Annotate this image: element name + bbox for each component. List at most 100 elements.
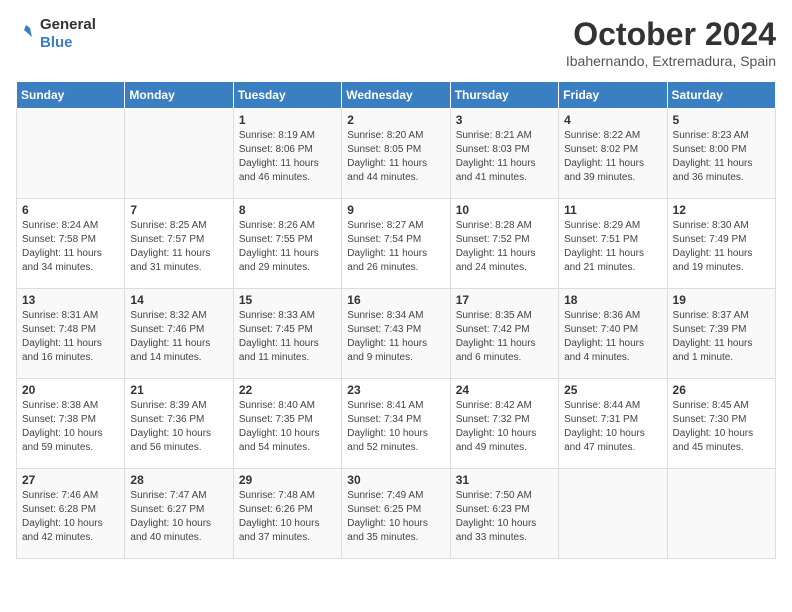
day-info: Sunrise: 8:21 AM Sunset: 8:03 PM Dayligh… — [456, 129, 553, 185]
day-number: 14 — [130, 293, 227, 307]
day-info: Sunrise: 8:38 AM Sunset: 7:38 PM Dayligh… — [22, 399, 119, 455]
day-info: Sunrise: 8:27 AM Sunset: 7:54 PM Dayligh… — [347, 219, 444, 275]
calendar-cell: 22Sunrise: 8:40 AM Sunset: 7:35 PM Dayli… — [233, 379, 341, 469]
day-info: Sunrise: 8:34 AM Sunset: 7:43 PM Dayligh… — [347, 309, 444, 365]
logo-bird-icon — [16, 23, 38, 45]
day-info: Sunrise: 8:32 AM Sunset: 7:46 PM Dayligh… — [130, 309, 227, 365]
calendar-cell: 6 Sunrise: 8:24 AM Sunset: 7:58 PM Daylig… — [17, 199, 125, 289]
day-number: 25 — [564, 383, 661, 397]
column-header-saturday: Saturday — [667, 82, 775, 109]
day-info: Sunrise: 7:47 AM Sunset: 6:27 PM Dayligh… — [130, 489, 227, 545]
day-info: Sunrise: 7:46 AM Sunset: 6:28 PM Dayligh… — [22, 489, 119, 545]
calendar-cell: 10Sunrise: 8:28 AM Sunset: 7:52 PM Dayli… — [450, 199, 558, 289]
day-number: 7 — [130, 203, 227, 217]
title-area: October 2024 Ibahernando, Extremadura, S… — [566, 16, 776, 69]
calendar-cell: 9 Sunrise: 8:27 AM Sunset: 7:54 PM Daylig… — [342, 199, 450, 289]
day-number: 22 — [239, 383, 336, 397]
calendar-cell: 5 Sunrise: 8:23 AM Sunset: 8:00 PM Daylig… — [667, 109, 775, 199]
day-info: Sunrise: 8:29 AM Sunset: 7:51 PM Dayligh… — [564, 219, 661, 275]
calendar-cell: 13 Sunrise: 8:31 AM Sunset: 7:48 PM Dayli… — [17, 289, 125, 379]
calendar-cell — [667, 469, 775, 559]
day-info: Sunrise: 8:44 AM Sunset: 7:31 PM Dayligh… — [564, 399, 661, 455]
calendar-week-1: 1 Sunrise: 8:19 AM Sunset: 8:06 PM Daylig… — [17, 109, 776, 199]
day-number: 27 — [22, 473, 119, 487]
day-number: 10 — [456, 203, 553, 217]
calendar-cell: 20 Sunrise: 8:38 AM Sunset: 7:38 PM Dayli… — [17, 379, 125, 469]
calendar-week-2: 6 Sunrise: 8:24 AM Sunset: 7:58 PM Daylig… — [17, 199, 776, 289]
calendar-cell: 16Sunrise: 8:34 AM Sunset: 7:43 PM Dayli… — [342, 289, 450, 379]
calendar-table: SundayMondayTuesdayWednesdayThursdayFrid… — [16, 81, 776, 559]
column-header-monday: Monday — [125, 82, 233, 109]
day-info: Sunrise: 8:20 AM Sunset: 8:05 PM Dayligh… — [347, 129, 444, 185]
day-number: 5 — [673, 113, 770, 127]
day-number: 24 — [456, 383, 553, 397]
day-number: 3 — [456, 113, 553, 127]
day-info: Sunrise: 8:45 AM Sunset: 7:30 PM Dayligh… — [673, 399, 770, 455]
day-info: Sunrise: 8:41 AM Sunset: 7:34 PM Dayligh… — [347, 399, 444, 455]
calendar-cell: 25 Sunrise: 8:44 AM Sunset: 7:31 PM Dayli… — [559, 379, 667, 469]
calendar-cell: 12 Sunrise: 8:30 AM Sunset: 7:49 PM Dayli… — [667, 199, 775, 289]
day-number: 29 — [239, 473, 336, 487]
calendar-cell: 19Sunrise: 8:37 AM Sunset: 7:39 PM Dayli… — [667, 289, 775, 379]
day-info: Sunrise: 8:42 AM Sunset: 7:32 PM Dayligh… — [456, 399, 553, 455]
calendar-cell: 3 Sunrise: 8:21 AM Sunset: 8:03 PM Daylig… — [450, 109, 558, 199]
day-number: 6 — [22, 203, 119, 217]
calendar-cell: 4Sunrise: 8:22 AM Sunset: 8:02 PM Daylig… — [559, 109, 667, 199]
calendar-cell: 11 Sunrise: 8:29 AM Sunset: 7:51 PM Dayli… — [559, 199, 667, 289]
day-number: 31 — [456, 473, 553, 487]
day-number: 12 — [673, 203, 770, 217]
day-number: 1 — [239, 113, 336, 127]
column-header-sunday: Sunday — [17, 82, 125, 109]
day-number: 17 — [456, 293, 553, 307]
day-number: 30 — [347, 473, 444, 487]
calendar-week-3: 13 Sunrise: 8:31 AM Sunset: 7:48 PM Dayli… — [17, 289, 776, 379]
calendar-cell — [17, 109, 125, 199]
calendar-cell: 1 Sunrise: 8:19 AM Sunset: 8:06 PM Daylig… — [233, 109, 341, 199]
calendar-cell: 7Sunrise: 8:25 AM Sunset: 7:57 PM Daylig… — [125, 199, 233, 289]
calendar-cell: 23 Sunrise: 8:41 AM Sunset: 7:34 PM Dayli… — [342, 379, 450, 469]
logo-text-blue: Blue — [40, 34, 73, 51]
calendar-week-4: 20 Sunrise: 8:38 AM Sunset: 7:38 PM Dayli… — [17, 379, 776, 469]
day-number: 18 — [564, 293, 661, 307]
calendar-cell — [559, 469, 667, 559]
day-info: Sunrise: 7:49 AM Sunset: 6:25 PM Dayligh… — [347, 489, 444, 545]
calendar-cell: 29 Sunrise: 7:48 AM Sunset: 6:26 PM Dayli… — [233, 469, 341, 559]
day-number: 20 — [22, 383, 119, 397]
calendar-cell: 18 Sunrise: 8:36 AM Sunset: 7:40 PM Dayli… — [559, 289, 667, 379]
day-info: Sunrise: 7:50 AM Sunset: 6:23 PM Dayligh… — [456, 489, 553, 545]
calendar-cell: 15Sunrise: 8:33 AM Sunset: 7:45 PM Dayli… — [233, 289, 341, 379]
calendar-cell: 26 Sunrise: 8:45 AM Sunset: 7:30 PM Dayli… — [667, 379, 775, 469]
day-info: Sunrise: 8:23 AM Sunset: 8:00 PM Dayligh… — [673, 129, 770, 185]
day-number: 9 — [347, 203, 444, 217]
day-info: Sunrise: 8:24 AM Sunset: 7:58 PM Dayligh… — [22, 219, 119, 275]
day-info: Sunrise: 8:30 AM Sunset: 7:49 PM Dayligh… — [673, 219, 770, 275]
calendar-cell: 30 Sunrise: 7:49 AM Sunset: 6:25 PM Dayli… — [342, 469, 450, 559]
month-title: October 2024 — [566, 16, 776, 53]
day-info: Sunrise: 8:37 AM Sunset: 7:39 PM Dayligh… — [673, 309, 770, 365]
calendar-cell: 14 Sunrise: 8:32 AM Sunset: 7:46 PM Dayli… — [125, 289, 233, 379]
day-number: 23 — [347, 383, 444, 397]
logo: General Blue — [16, 16, 96, 51]
day-info: Sunrise: 8:35 AM Sunset: 7:42 PM Dayligh… — [456, 309, 553, 365]
day-number: 2 — [347, 113, 444, 127]
day-info: Sunrise: 8:26 AM Sunset: 7:55 PM Dayligh… — [239, 219, 336, 275]
calendar-cell — [125, 109, 233, 199]
day-info: Sunrise: 8:19 AM Sunset: 8:06 PM Dayligh… — [239, 129, 336, 185]
calendar-cell: 21Sunrise: 8:39 AM Sunset: 7:36 PM Dayli… — [125, 379, 233, 469]
day-info: Sunrise: 8:31 AM Sunset: 7:48 PM Dayligh… — [22, 309, 119, 365]
day-info: Sunrise: 8:22 AM Sunset: 8:02 PM Dayligh… — [564, 129, 661, 185]
day-info: Sunrise: 8:39 AM Sunset: 7:36 PM Dayligh… — [130, 399, 227, 455]
calendar-cell: 27 Sunrise: 7:46 AM Sunset: 6:28 PM Dayli… — [17, 469, 125, 559]
subtitle: Ibahernando, Extremadura, Spain — [566, 53, 776, 69]
calendar-cell: 17 Sunrise: 8:35 AM Sunset: 7:42 PM Dayli… — [450, 289, 558, 379]
day-number: 11 — [564, 203, 661, 217]
day-info: Sunrise: 8:36 AM Sunset: 7:40 PM Dayligh… — [564, 309, 661, 365]
page-header: General Blue October 2024 Ibahernando, E… — [16, 16, 776, 69]
day-info: Sunrise: 7:48 AM Sunset: 6:26 PM Dayligh… — [239, 489, 336, 545]
column-header-tuesday: Tuesday — [233, 82, 341, 109]
day-number: 8 — [239, 203, 336, 217]
day-number: 26 — [673, 383, 770, 397]
day-info: Sunrise: 8:33 AM Sunset: 7:45 PM Dayligh… — [239, 309, 336, 365]
column-header-thursday: Thursday — [450, 82, 558, 109]
day-number: 13 — [22, 293, 119, 307]
